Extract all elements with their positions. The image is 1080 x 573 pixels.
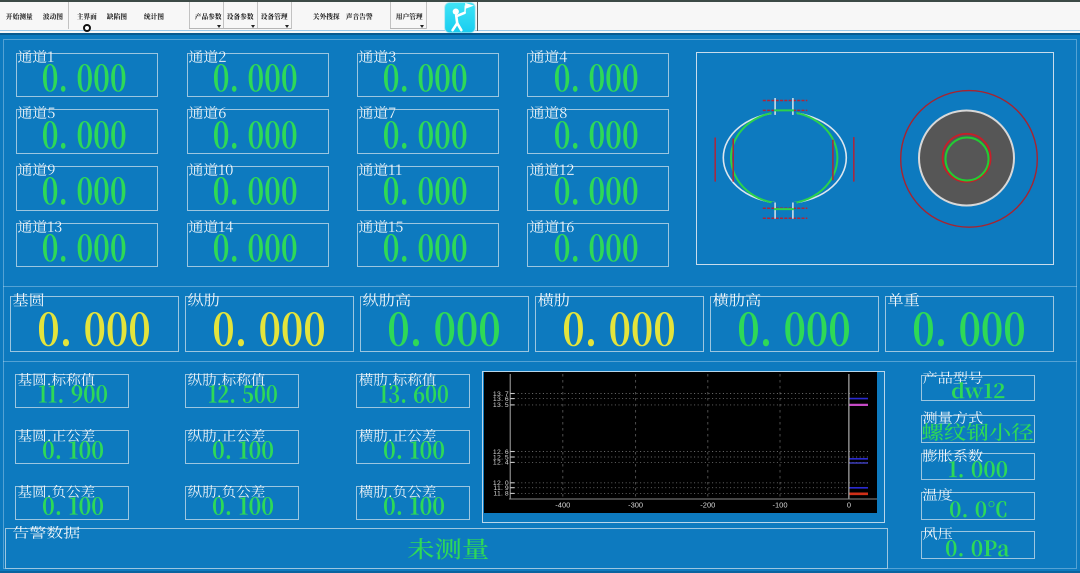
svg-text:-100: -100 [772, 501, 787, 510]
svg-text:-200: -200 [700, 501, 715, 510]
svg-text:-300: -300 [628, 501, 643, 510]
svg-text:12. 4: 12. 4 [493, 460, 509, 467]
svg-text:0: 0 [847, 501, 851, 510]
svg-text:11. 8: 11. 8 [493, 491, 509, 498]
svg-text:13. 5: 13. 5 [493, 402, 509, 409]
svg-text:-400: -400 [555, 501, 570, 510]
